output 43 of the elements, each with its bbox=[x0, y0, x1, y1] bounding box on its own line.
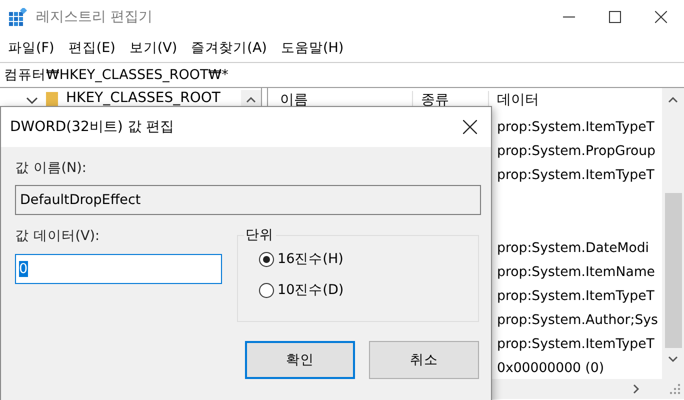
resize-grip-icon[interactable] bbox=[670, 384, 680, 394]
tree-item[interactable]: HKEY_CLASSES_ROOT bbox=[66, 90, 220, 106]
dialog-title: DWORD(32비트) 값 편집 bbox=[10, 118, 174, 136]
chevron-down-icon[interactable] bbox=[26, 96, 38, 106]
column-header[interactable]: 데이터 bbox=[489, 91, 539, 109]
chevron-down-icon[interactable] bbox=[668, 356, 678, 363]
table-cell: prop:System.ItemTypeT bbox=[497, 168, 654, 183]
name-field[interactable]: DefaultDropEffect bbox=[15, 185, 481, 215]
field-label: 값 이름(N): bbox=[15, 159, 88, 177]
table-cell: prop:System.ItemTypeT bbox=[497, 120, 654, 135]
menu-item[interactable]: 편집(E) bbox=[62, 37, 122, 59]
dialog-button[interactable]: 확인 bbox=[245, 341, 356, 379]
menu-item[interactable]: 파일(F) bbox=[2, 37, 60, 59]
address-bar[interactable]: 컴퓨터₩HKEY_CLASSES_ROOT₩* bbox=[0, 62, 684, 88]
table-cell: prop:System.Author;Sys bbox=[497, 313, 658, 328]
table-cell: 0x00000000 (0) bbox=[497, 361, 604, 376]
menu-item[interactable]: 도움말(H) bbox=[274, 37, 350, 59]
table-cell: prop:System.ItemTypeT bbox=[497, 288, 654, 304]
vertical-scrollbar[interactable] bbox=[662, 88, 684, 379]
table-cell: prop:System.ItemName bbox=[497, 264, 655, 280]
group-label: 단위 bbox=[244, 226, 276, 244]
input-field[interactable]: 0 bbox=[15, 254, 222, 284]
radio-label[interactable]: 10진수(D) bbox=[278, 281, 344, 299]
close-icon[interactable] bbox=[463, 120, 477, 134]
chevron-up-icon bbox=[246, 96, 256, 102]
chevron-up-icon[interactable] bbox=[668, 96, 678, 103]
table-cell: prop:System.PropGroup bbox=[497, 144, 656, 159]
radio-button[interactable] bbox=[258, 282, 274, 298]
registry-icon bbox=[9, 8, 27, 26]
table-cell: prop:System.ItemTypeT bbox=[497, 337, 654, 352]
table-cell: prop:System.DateModi bbox=[497, 240, 650, 256]
close-icon[interactable] bbox=[655, 11, 667, 23]
menu-item[interactable]: 즐겨찾기(A) bbox=[185, 37, 273, 59]
window-title: 레지스트리 편집기 bbox=[36, 8, 152, 26]
folder-icon bbox=[46, 92, 58, 107]
maximize-icon[interactable] bbox=[609, 11, 621, 23]
chevron-right-icon[interactable] bbox=[633, 384, 640, 394]
radio-label[interactable]: 16진수(H) bbox=[278, 250, 344, 268]
scroll-thumb[interactable] bbox=[664, 193, 682, 348]
dialog-button[interactable]: 취소 bbox=[369, 341, 479, 379]
radio-button[interactable] bbox=[258, 252, 274, 266]
menu-item[interactable]: 보기(V) bbox=[123, 37, 184, 59]
field-label: 값 데이터(V): bbox=[15, 227, 101, 245]
